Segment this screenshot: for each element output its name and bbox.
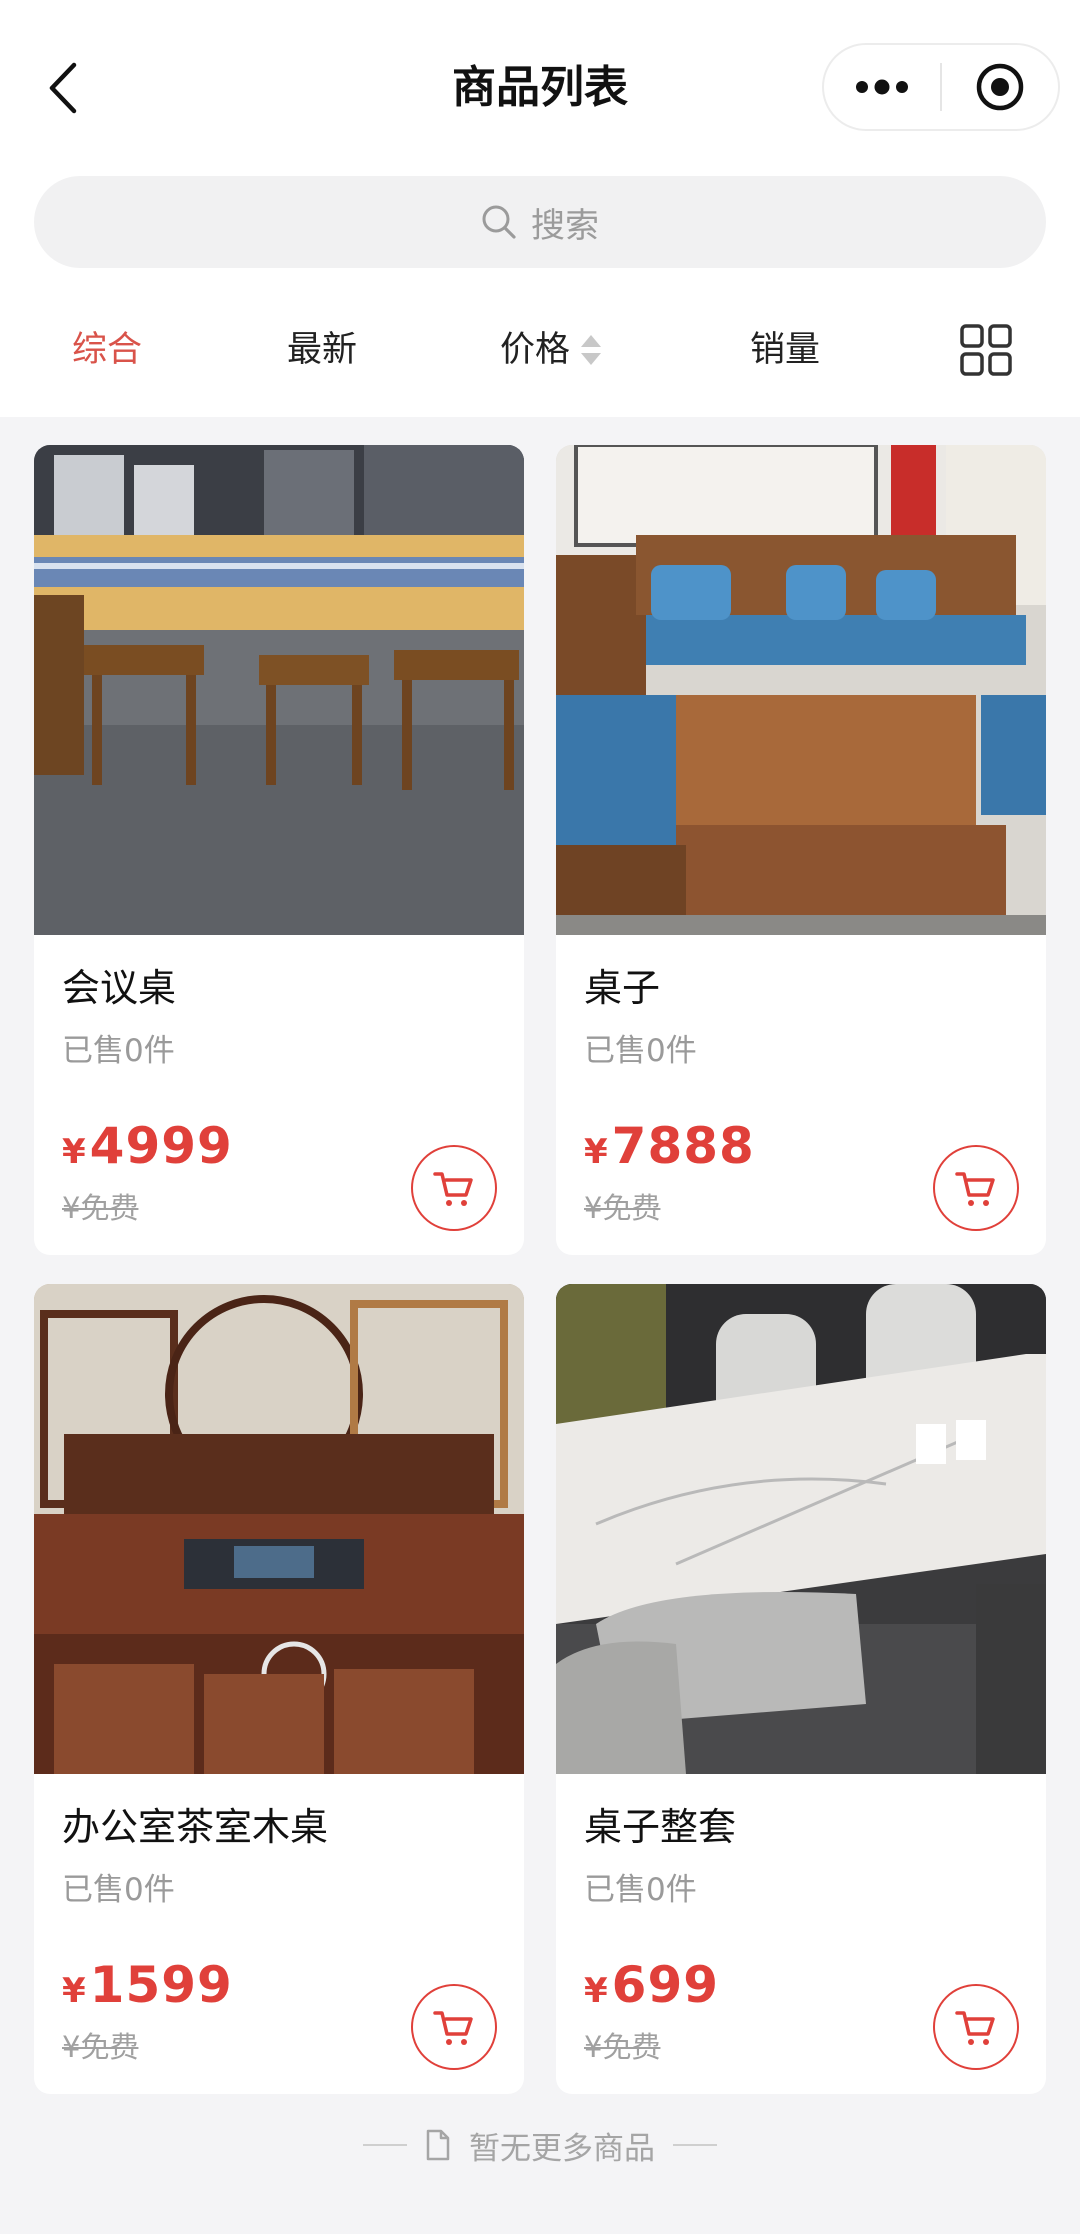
search-section: 搜索 [0, 165, 1080, 280]
product-name: 会议桌 [62, 966, 177, 1010]
price-amount: 1599 [89, 1956, 233, 2014]
grid-layout-icon [960, 324, 1012, 376]
price-amount: 7888 [611, 1117, 755, 1175]
product-price: ¥ 7888 [584, 1117, 755, 1175]
product-image[interactable] [556, 445, 1046, 935]
top-navigation-bar: 商品列表 [0, 0, 1080, 165]
price-currency: ¥ [584, 1971, 608, 2011]
sort-bar: 综合 最新 价格 销量 [0, 280, 1080, 417]
cart-icon [955, 1172, 995, 1206]
close-miniprogram-button[interactable] [942, 45, 1058, 129]
back-button[interactable] [40, 58, 86, 118]
product-sold-count: 已售0件 [62, 1033, 175, 1069]
footer-text: 暂无更多商品 [469, 2130, 655, 2167]
product-name: 桌子 [584, 966, 661, 1010]
product-sold-count: 已售0件 [62, 1872, 175, 1908]
sort-tab-sales[interactable]: 销量 [740, 310, 830, 390]
product-original-price: ¥免费 [62, 2030, 139, 2064]
cart-icon [955, 2011, 995, 2045]
product-image[interactable] [34, 1284, 524, 1774]
add-to-cart-button[interactable] [411, 1984, 497, 2070]
product-card[interactable]: 桌子整套 已售0件 ¥ 699 ¥免费 [556, 1284, 1046, 2094]
document-icon [426, 2129, 450, 2161]
sort-tab-price[interactable]: 价格 [500, 310, 620, 390]
mini-program-capsule [822, 43, 1060, 131]
search-input[interactable]: 搜索 [34, 176, 1046, 268]
search-placeholder: 搜索 [531, 205, 599, 246]
more-button[interactable] [824, 45, 940, 129]
price-currency: ¥ [62, 1132, 86, 1172]
cart-icon [433, 1172, 473, 1206]
add-to-cart-button[interactable] [933, 1984, 1019, 2070]
product-card[interactable]: 桌子 已售0件 ¥ 7888 ¥免费 [556, 445, 1046, 1255]
price-amount: 699 [611, 1956, 720, 2014]
add-to-cart-button[interactable] [933, 1145, 1019, 1231]
more-dots-icon [856, 79, 908, 95]
search-icon [482, 205, 516, 239]
add-to-cart-button[interactable] [411, 1145, 497, 1231]
price-currency: ¥ [62, 1971, 86, 2011]
sort-tab-newest[interactable]: 最新 [277, 310, 367, 390]
product-image[interactable] [556, 1284, 1046, 1774]
sort-tab-comprehensive[interactable]: 综合 [62, 310, 152, 390]
product-card[interactable]: 会议桌 已售0件 ¥ 4999 ¥免费 [34, 445, 524, 1255]
sort-tab-price-label: 价格 [500, 330, 571, 370]
product-original-price: ¥免费 [584, 2030, 661, 2064]
layout-toggle-button[interactable] [960, 324, 1012, 376]
sort-arrows-icon [581, 335, 602, 365]
product-sold-count: 已售0件 [584, 1033, 697, 1069]
product-original-price: ¥免费 [584, 1191, 661, 1225]
footer-divider-left [363, 2144, 407, 2146]
product-name: 办公室茶室木桌 [62, 1805, 329, 1849]
product-price: ¥ 1599 [62, 1956, 233, 2014]
footer-divider-right [673, 2144, 717, 2146]
product-price: ¥ 699 [584, 1956, 719, 2014]
product-original-price: ¥免费 [62, 1191, 139, 1225]
cart-icon [433, 2011, 473, 2045]
product-image[interactable] [34, 445, 524, 935]
list-end-footer: 暂无更多商品 [0, 2110, 1080, 2180]
chevron-left-icon [49, 62, 77, 114]
product-price: ¥ 4999 [62, 1117, 233, 1175]
product-sold-count: 已售0件 [584, 1872, 697, 1908]
price-currency: ¥ [584, 1132, 608, 1172]
price-amount: 4999 [89, 1117, 233, 1175]
product-name: 桌子整套 [584, 1805, 737, 1849]
target-circle-icon [976, 63, 1024, 111]
product-card[interactable]: 办公室茶室木桌 已售0件 ¥ 1599 ¥免费 [34, 1284, 524, 2094]
